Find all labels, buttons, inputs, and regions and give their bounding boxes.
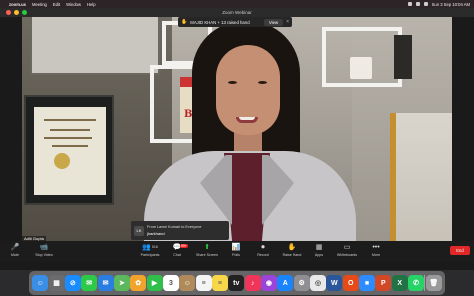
raise-hand-label: Raise Hand [282, 253, 302, 257]
chat-message: jharkhand [147, 231, 165, 236]
contacts-icon[interactable]: ☺ [179, 275, 196, 291]
more-label: More [371, 253, 381, 257]
speaker-video[interactable]: BIG [22, 17, 452, 249]
participants-icon: 👥 516 [142, 244, 158, 251]
raised-hand-notification: ✋ MAJID KHAN + 13 raised hand View × [178, 17, 292, 27]
person-eye [258, 81, 267, 84]
menubar-clock[interactable]: Sun 3 Sep 10:04 AM [432, 2, 470, 7]
reminders-icon[interactable]: ≡ [195, 275, 212, 291]
person-eye [228, 81, 237, 84]
raise-hand-icon: ✋ [287, 244, 297, 251]
polls-button[interactable]: 📊 Polls [224, 243, 248, 257]
chat-sender: From Laxmi Kumari to Everyone [147, 225, 202, 229]
mail-icon[interactable]: ✉ [97, 275, 114, 291]
record-icon: ⏺ [261, 244, 265, 251]
menu-app-name[interactable]: zoom.us [9, 2, 26, 7]
chat-label: Chat [173, 253, 181, 257]
more-icon: ••• [372, 244, 380, 251]
system-settings-icon[interactable]: ⚙ [293, 275, 310, 291]
dock: ☺ ▦ ⊘ ✉ ✉ ➤ ✿ ▶ 3 ☺ ≡ ≡ tv ♪ ◉ A ⚙ ◎ W O ■ P X ✆ 🗑 [29, 271, 445, 295]
zoom-window: Zoom Webinar BIG [0, 8, 474, 270]
safari-icon[interactable]: ⊘ [64, 275, 81, 291]
office-icon[interactable]: O [342, 275, 359, 291]
maps-icon[interactable]: ➤ [113, 275, 130, 291]
music-icon[interactable]: ♪ [244, 275, 261, 291]
record-label: Record [257, 253, 269, 257]
record-button[interactable]: ⏺ Record [251, 243, 275, 257]
share-screen-button[interactable]: ⬆ Share Screen [195, 243, 219, 257]
video-camera-icon: 📹 [39, 244, 49, 251]
mute-label: Mute [11, 253, 19, 257]
chat-badge: 99+ [180, 244, 188, 248]
stop-video-label: Stop Video [35, 253, 53, 257]
trash-icon[interactable]: 🗑 [425, 275, 442, 291]
mug [350, 57, 372, 79]
menu-item-edit[interactable]: Edit [53, 2, 60, 7]
traffic-lights [6, 10, 27, 15]
app-store-icon[interactable]: A [277, 275, 294, 291]
calendar-icon[interactable]: 3 [162, 275, 179, 291]
minimize-window-button[interactable] [14, 10, 19, 15]
chat-button[interactable]: 💬 99+ Chat [165, 243, 189, 257]
menu-item-meeting[interactable]: Meeting [32, 2, 47, 7]
word-icon[interactable]: W [326, 275, 343, 291]
view-button[interactable]: View [263, 18, 284, 26]
menu-item-help[interactable]: Help [87, 2, 96, 7]
box [394, 35, 412, 79]
mute-button[interactable]: 🎤 Mute [3, 243, 27, 257]
menubar: zoom.us Meeting Edit Window Help Sun 3 S… [0, 0, 474, 8]
notes-icon[interactable]: ≡ [211, 275, 228, 291]
wall-frame [30, 17, 160, 75]
control-center-icon[interactable] [423, 2, 428, 6]
wifi-icon[interactable] [407, 2, 412, 6]
window-titlebar: Zoom Webinar [0, 8, 474, 17]
launchpad-icon[interactable]: ▦ [48, 275, 65, 291]
powerpoint-icon[interactable]: P [375, 275, 392, 291]
finder-icon[interactable]: ☺ [32, 275, 49, 291]
raised-hand-text: MAJID KHAN + 13 raised hand [190, 19, 250, 25]
window-title: Zoom Webinar [222, 10, 252, 15]
zoom-window-button[interactable] [22, 10, 27, 15]
zoom-icon[interactable]: ■ [359, 275, 376, 291]
stop-video-button[interactable]: 📹 Stop Video [32, 243, 56, 257]
podcasts-icon[interactable]: ◉ [260, 275, 277, 291]
participants-label: Participants [140, 253, 160, 257]
whiteboards-button[interactable]: ▭ Whiteboards [335, 243, 359, 257]
raise-hand-button[interactable]: ✋ Raise Hand [280, 243, 304, 257]
polls-label: Polls [232, 253, 240, 257]
chrome-icon[interactable]: ◎ [310, 275, 327, 291]
avatar: LK [134, 225, 144, 236]
participant-count: 516 [151, 244, 158, 249]
excel-icon[interactable]: X [391, 275, 408, 291]
close-window-button[interactable] [6, 10, 11, 15]
whiteboard-icon: ▭ [343, 244, 351, 251]
tv-icon[interactable]: tv [228, 275, 245, 291]
menu-item-window[interactable]: Window [66, 2, 81, 7]
hand-icon: ✋ [181, 19, 188, 25]
apps-label: Apps [314, 253, 324, 257]
polls-icon: 📊 [231, 244, 241, 251]
meeting-controls: 🎤 Mute 📹 Stop Video 👥 516 Participants 💬 … [0, 241, 474, 262]
more-button[interactable]: ••• More [364, 243, 388, 257]
certificate-frame [24, 95, 114, 205]
menubar-tray: Sun 3 Sep 10:04 AM [407, 2, 470, 7]
person-mouth [236, 117, 258, 123]
background-door [390, 113, 452, 249]
participants-button[interactable]: 👥 516 Participants [138, 243, 162, 257]
apps-button[interactable]: ▦ Apps [307, 243, 331, 257]
end-button[interactable]: End [450, 246, 470, 255]
whatsapp-icon[interactable]: ✆ [408, 275, 425, 291]
messages-icon[interactable]: ✉ [81, 275, 98, 291]
share-screen-icon: ⬆ [204, 244, 210, 251]
microphone-icon: 🎤 [10, 244, 20, 251]
share-screen-label: Share Screen [196, 253, 218, 257]
photos-icon[interactable]: ✿ [130, 275, 147, 291]
close-icon[interactable]: × [286, 19, 289, 25]
facetime-icon[interactable]: ▶ [146, 275, 163, 291]
apps-icon: ▦ [315, 244, 323, 251]
battery-icon[interactable] [415, 2, 420, 6]
whiteboards-label: Whiteboards [336, 253, 358, 257]
chat-preview[interactable]: LK From Laxmi Kumari to Everyone jharkha… [131, 221, 229, 240]
